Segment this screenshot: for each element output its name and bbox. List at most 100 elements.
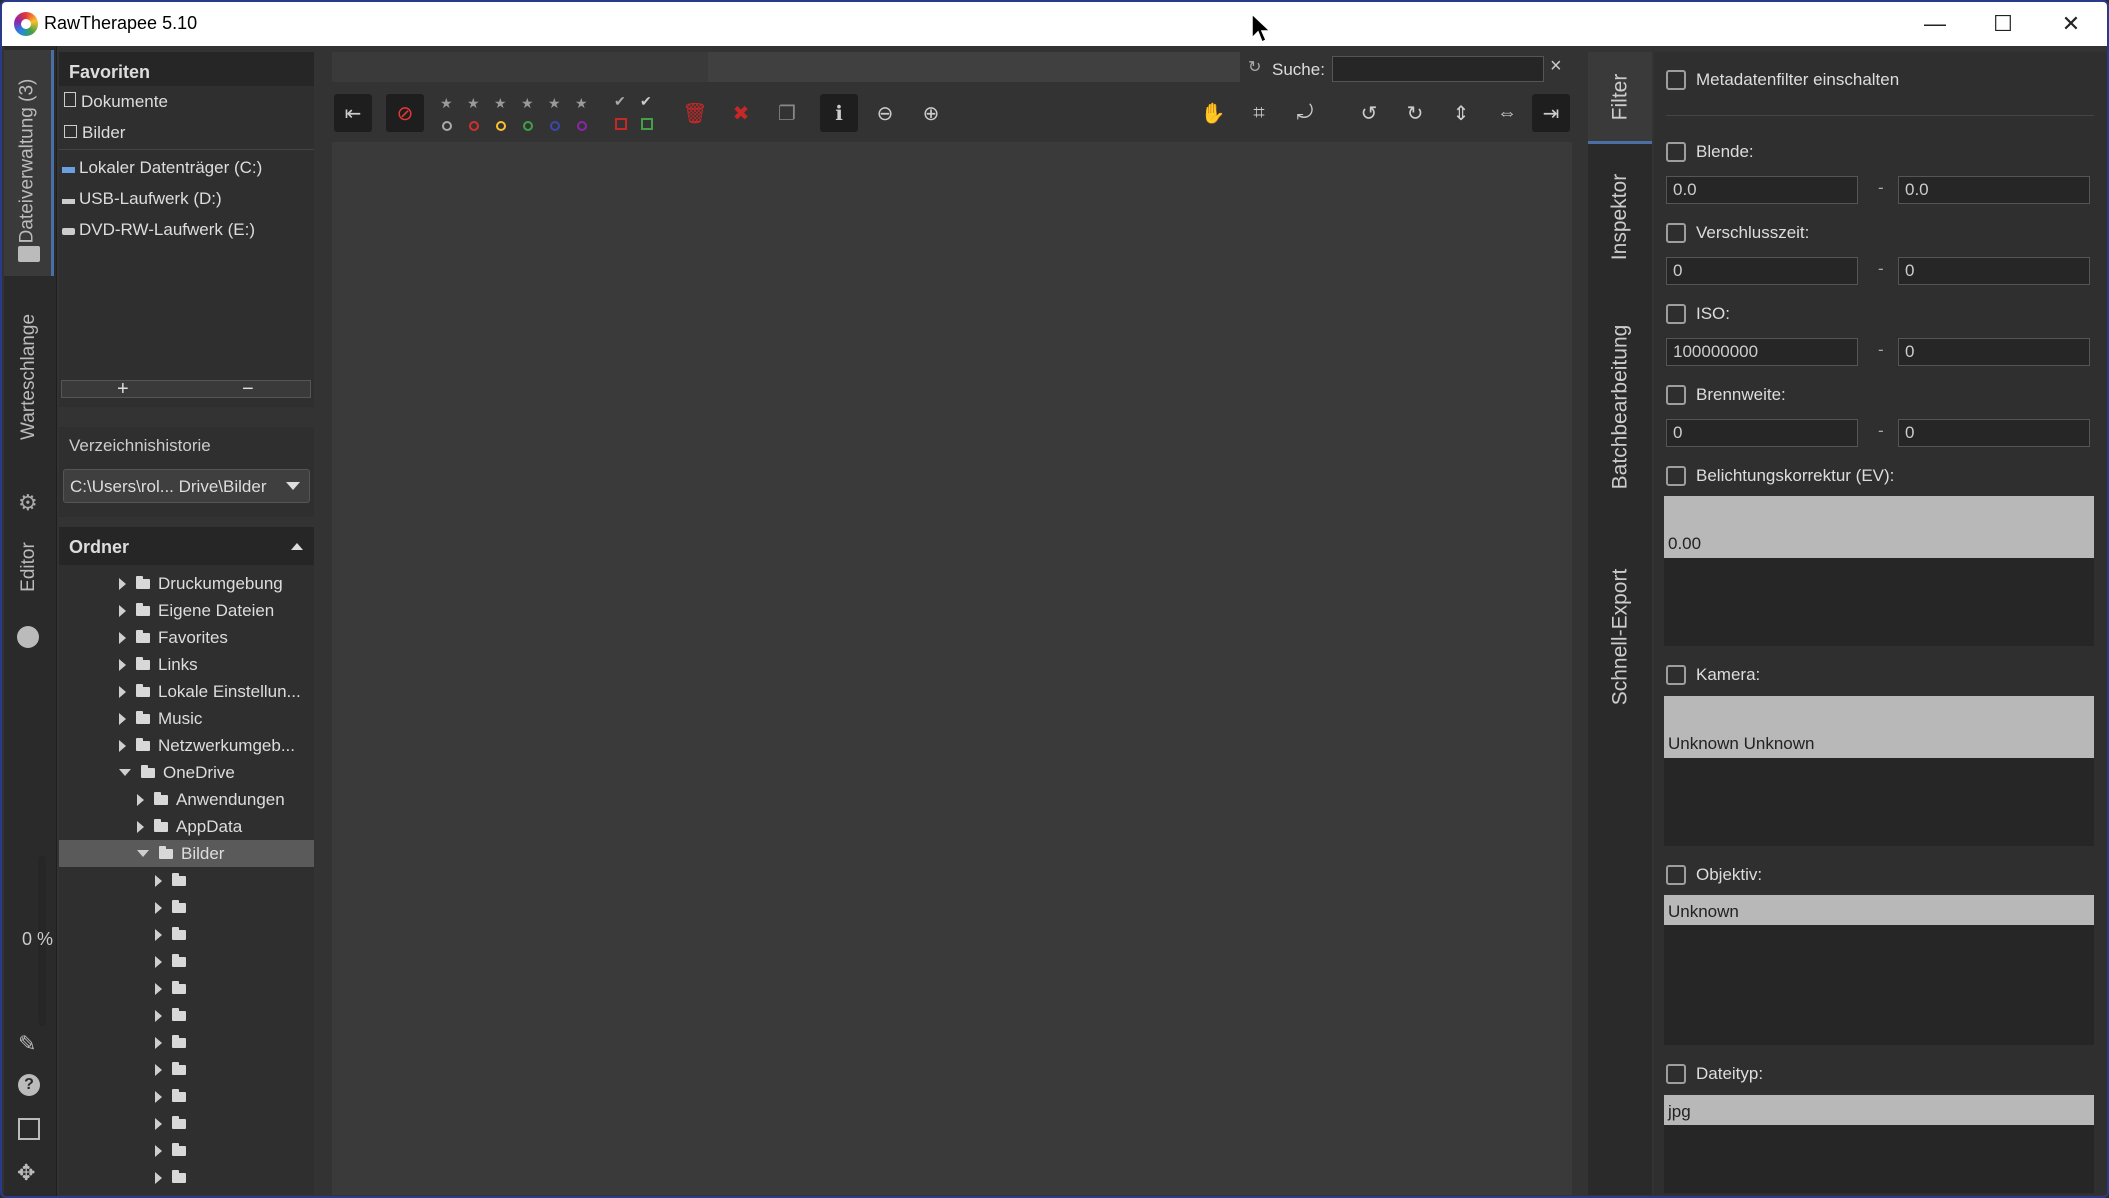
chevron-up-icon[interactable] — [291, 543, 303, 550]
favorite-item[interactable]: Dokumente — [64, 92, 168, 112]
expand-arrow-icon[interactable] — [155, 1036, 162, 1049]
flip-vertical-icon[interactable]: ⇕ — [1442, 94, 1480, 132]
star-filter-icon[interactable]: ★ — [494, 95, 507, 112]
expand-arrow-icon[interactable] — [155, 1171, 162, 1184]
tree-item[interactable] — [59, 1083, 314, 1110]
filter-clear-icon[interactable]: ⊘ — [386, 94, 424, 132]
tree-item[interactable]: Anwendungen — [59, 786, 314, 813]
tree-item[interactable]: Favorites — [59, 624, 314, 651]
lens-filter[interactable]: Objektiv: — [1666, 865, 1762, 885]
lens-list-item[interactable]: Unknown — [1664, 895, 2094, 925]
edited-filter-icon[interactable]: ✔ — [614, 93, 626, 110]
expand-arrow-icon[interactable] — [155, 1117, 162, 1130]
star-filter-icon[interactable]: ★ — [521, 95, 534, 112]
iso-to-input[interactable]: 0 — [1898, 338, 2090, 366]
color-label-red-icon[interactable] — [469, 121, 479, 131]
close-button[interactable]: ✕ — [2037, 2, 2105, 46]
collapse-arrow-icon[interactable] — [119, 769, 131, 776]
tree-item[interactable] — [59, 1029, 314, 1056]
hand-icon[interactable]: ✋ — [1194, 94, 1232, 132]
refresh-icon[interactable]: ↻ — [1248, 57, 1261, 77]
trash-filter-icon[interactable]: ✖ — [722, 94, 760, 132]
tab-batch[interactable]: Batchbearbeitung — [1588, 292, 1652, 522]
expand-arrow-icon[interactable] — [137, 793, 144, 806]
shutter-checkbox[interactable] — [1666, 223, 1686, 243]
aperture-filter[interactable]: Blende: — [1666, 142, 1754, 162]
expand-arrow-icon[interactable] — [155, 1063, 162, 1076]
expand-arrow-icon[interactable] — [119, 604, 126, 617]
expand-arrow-icon[interactable] — [137, 820, 144, 833]
metadata-filter-toggle[interactable]: Metadatenfilter einschalten — [1666, 70, 1899, 90]
star-filter-icon[interactable]: ★ — [440, 95, 453, 112]
aperture-to-input[interactable]: 0.0 — [1898, 176, 2090, 204]
aperture-checkbox[interactable] — [1666, 142, 1686, 162]
star-filter-icon[interactable]: ★ — [548, 95, 561, 112]
iso-from-input[interactable]: 100000000 — [1666, 338, 1858, 366]
expand-arrow-icon[interactable] — [119, 712, 126, 725]
tree-item[interactable]: AppData — [59, 813, 314, 840]
tree-item[interactable] — [59, 867, 314, 894]
toggle-left-panel-icon[interactable]: ⇤ — [334, 94, 372, 132]
fullscreen-icon[interactable]: ✥ — [17, 1160, 35, 1186]
straighten-icon[interactable]: ⤾ — [1286, 94, 1324, 132]
maximize-button[interactable]: ☐ — [1969, 2, 2037, 46]
expand-arrow-icon[interactable] — [119, 658, 126, 671]
color-label-green-icon[interactable] — [523, 121, 533, 131]
shutter-from-input[interactable]: 0 — [1666, 257, 1858, 285]
tree-item[interactable]: Links — [59, 651, 314, 678]
search-input[interactable] — [1332, 56, 1544, 82]
metadata-filter-checkbox[interactable] — [1666, 70, 1686, 90]
tree-item[interactable] — [59, 948, 314, 975]
camera-list[interactable]: Unknown Unknown — [1664, 696, 2094, 846]
aperture-from-input[interactable]: 0.0 — [1666, 176, 1858, 204]
exposure-checkbox[interactable] — [1666, 466, 1686, 486]
rotate-right-icon[interactable]: ↻ — [1396, 94, 1434, 132]
tab-file-browser[interactable]: Dateiverwaltung (3) — [4, 50, 54, 276]
tree-item[interactable]: Eigene Dateien — [59, 597, 314, 624]
tree-item[interactable] — [59, 894, 314, 921]
history-dropdown[interactable]: C:\Users\rol... Drive\Bilder — [63, 469, 310, 503]
trash-icon[interactable]: 🗑 — [676, 94, 714, 132]
drive-item[interactable]: DVD-RW-Laufwerk (E:) — [62, 220, 255, 240]
exposure-list-item[interactable]: 0.00 — [1664, 496, 2094, 558]
color-label-purple-icon[interactable] — [577, 121, 587, 131]
filetype-filter[interactable]: Dateityp: — [1666, 1064, 1763, 1084]
shutter-to-input[interactable]: 0 — [1898, 257, 2090, 285]
tree-item[interactable]: OneDrive — [59, 759, 314, 786]
focal-from-input[interactable]: 0 — [1666, 419, 1858, 447]
crop-icon[interactable]: ⌗ — [1240, 94, 1278, 132]
filetype-list[interactable]: jpg — [1664, 1095, 2094, 1193]
clear-search-icon[interactable]: × — [1550, 55, 1562, 78]
favorite-item[interactable]: Bilder — [64, 123, 125, 143]
tab-queue[interactable]: Warteschlange ⚙ — [4, 296, 54, 515]
help-icon[interactable]: ? — [18, 1074, 40, 1096]
color-label-blue-icon[interactable] — [550, 121, 560, 131]
expand-arrow-icon[interactable] — [119, 685, 126, 698]
expand-arrow-icon[interactable] — [119, 631, 126, 644]
star-filter-icon[interactable]: ★ — [575, 95, 588, 112]
filetype-checkbox[interactable] — [1666, 1064, 1686, 1084]
zoom-in-icon[interactable]: ⊕ — [912, 94, 950, 132]
camera-filter[interactable]: Kamera: — [1666, 665, 1760, 685]
lens-checkbox[interactable] — [1666, 865, 1686, 885]
tree-item-selected[interactable]: Bilder — [59, 840, 314, 867]
focal-to-input[interactable]: 0 — [1898, 419, 2090, 447]
expand-arrow-icon[interactable] — [155, 955, 162, 968]
drive-item[interactable]: USB-Laufwerk (D:) — [62, 189, 222, 209]
star-filter-icon[interactable]: ★ — [467, 95, 480, 112]
camera-checkbox[interactable] — [1666, 665, 1686, 685]
tree-item[interactable] — [59, 1137, 314, 1164]
original-icon[interactable]: ❐ — [768, 94, 806, 132]
tab-inspector[interactable]: Inspektor — [1588, 152, 1652, 282]
expand-arrow-icon[interactable] — [119, 739, 126, 752]
edited-check-icon[interactable]: ✔ — [640, 93, 652, 110]
expand-arrow-icon[interactable] — [155, 1144, 162, 1157]
tree-item[interactable]: Music — [59, 705, 314, 732]
focal-checkbox[interactable] — [1666, 385, 1686, 405]
minimize-button[interactable]: — — [1901, 2, 1969, 46]
expand-arrow-icon[interactable] — [155, 1009, 162, 1022]
tree-item[interactable]: Druckumgebung — [59, 570, 314, 597]
focal-filter[interactable]: Brennweite: — [1666, 385, 1786, 405]
remove-favorite-button[interactable]: − — [242, 378, 254, 401]
tab-filter[interactable]: Filter — [1588, 52, 1652, 144]
